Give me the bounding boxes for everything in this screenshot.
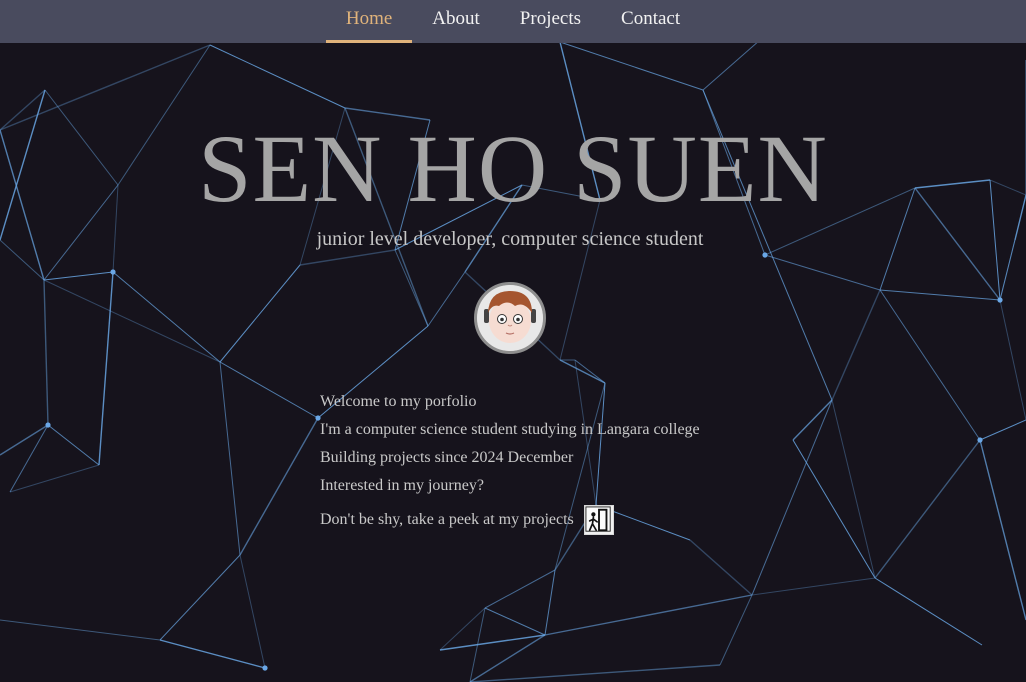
network-line	[719, 594, 753, 666]
avatar	[474, 282, 546, 354]
network-line	[879, 289, 1001, 301]
intro-line: Interested in my journey?	[320, 477, 484, 494]
network-line	[751, 399, 833, 596]
network-line	[0, 619, 161, 641]
nav-projects[interactable]: Projects	[500, 0, 601, 43]
network-line	[559, 199, 601, 361]
network-line	[43, 279, 49, 426]
intro-line: I'm a computer science student studying …	[320, 421, 700, 438]
network-node	[762, 252, 768, 258]
cartoon-face-icon	[477, 285, 543, 351]
network-line	[0, 424, 49, 456]
network-line	[831, 289, 881, 401]
network-line	[874, 439, 981, 579]
network-line	[219, 264, 301, 363]
network-line	[47, 424, 100, 466]
network-line	[544, 594, 753, 636]
network-line	[484, 607, 546, 636]
network-line	[979, 419, 1026, 441]
network-line	[239, 417, 319, 556]
network-line	[159, 639, 266, 669]
network-line	[439, 634, 546, 651]
network-line	[831, 399, 876, 579]
door-icon[interactable]	[583, 505, 614, 535]
network-line	[574, 359, 606, 384]
network-line	[999, 299, 1026, 421]
network-line	[879, 289, 981, 441]
network-line	[874, 577, 983, 646]
network-node	[977, 437, 983, 443]
network-line	[702, 39, 761, 91]
network-line	[689, 539, 753, 596]
network-line	[469, 634, 546, 682]
nav-about[interactable]: About	[412, 0, 500, 43]
intro-section: Welcome to my porfolio I'm a computer sc…	[320, 392, 740, 536]
nav-contact[interactable]: Contact	[601, 0, 700, 43]
nav-home[interactable]: Home	[325, 0, 413, 43]
network-line	[209, 44, 346, 109]
network-line	[239, 554, 266, 669]
network-line	[43, 271, 114, 281]
intro-line: Building projects since 2024 December	[320, 449, 574, 466]
network-line	[544, 569, 556, 636]
network-line	[43, 279, 221, 363]
network-line	[469, 664, 721, 682]
network-line	[427, 271, 466, 327]
hero-subtitle: junior level developer, computer science…	[316, 228, 704, 250]
network-line	[792, 439, 876, 579]
network-line	[559, 41, 704, 91]
network-line	[98, 271, 114, 466]
network-line	[219, 361, 241, 556]
peek-row: Don't be shy, take a peek at my projects	[320, 504, 740, 536]
network-line	[159, 554, 241, 641]
network-node	[262, 665, 268, 671]
network-line	[299, 249, 396, 266]
hero-title: SEN HO SUEN	[198, 115, 828, 222]
network-node	[45, 422, 51, 428]
network-line	[979, 439, 1026, 621]
peek-text: Don't be shy, take a peek at my projects	[320, 511, 574, 528]
network-line	[112, 271, 221, 363]
network-line	[792, 399, 833, 441]
network-line	[764, 254, 881, 291]
network-node	[997, 297, 1003, 303]
network-line	[751, 577, 876, 596]
network-node	[110, 269, 116, 275]
network-line	[219, 361, 319, 419]
intro-line: Welcome to my porfolio	[320, 393, 477, 410]
network-line	[559, 359, 606, 384]
network-line	[484, 569, 556, 609]
top-navbar: Home About Projects Contact	[0, 0, 1026, 43]
